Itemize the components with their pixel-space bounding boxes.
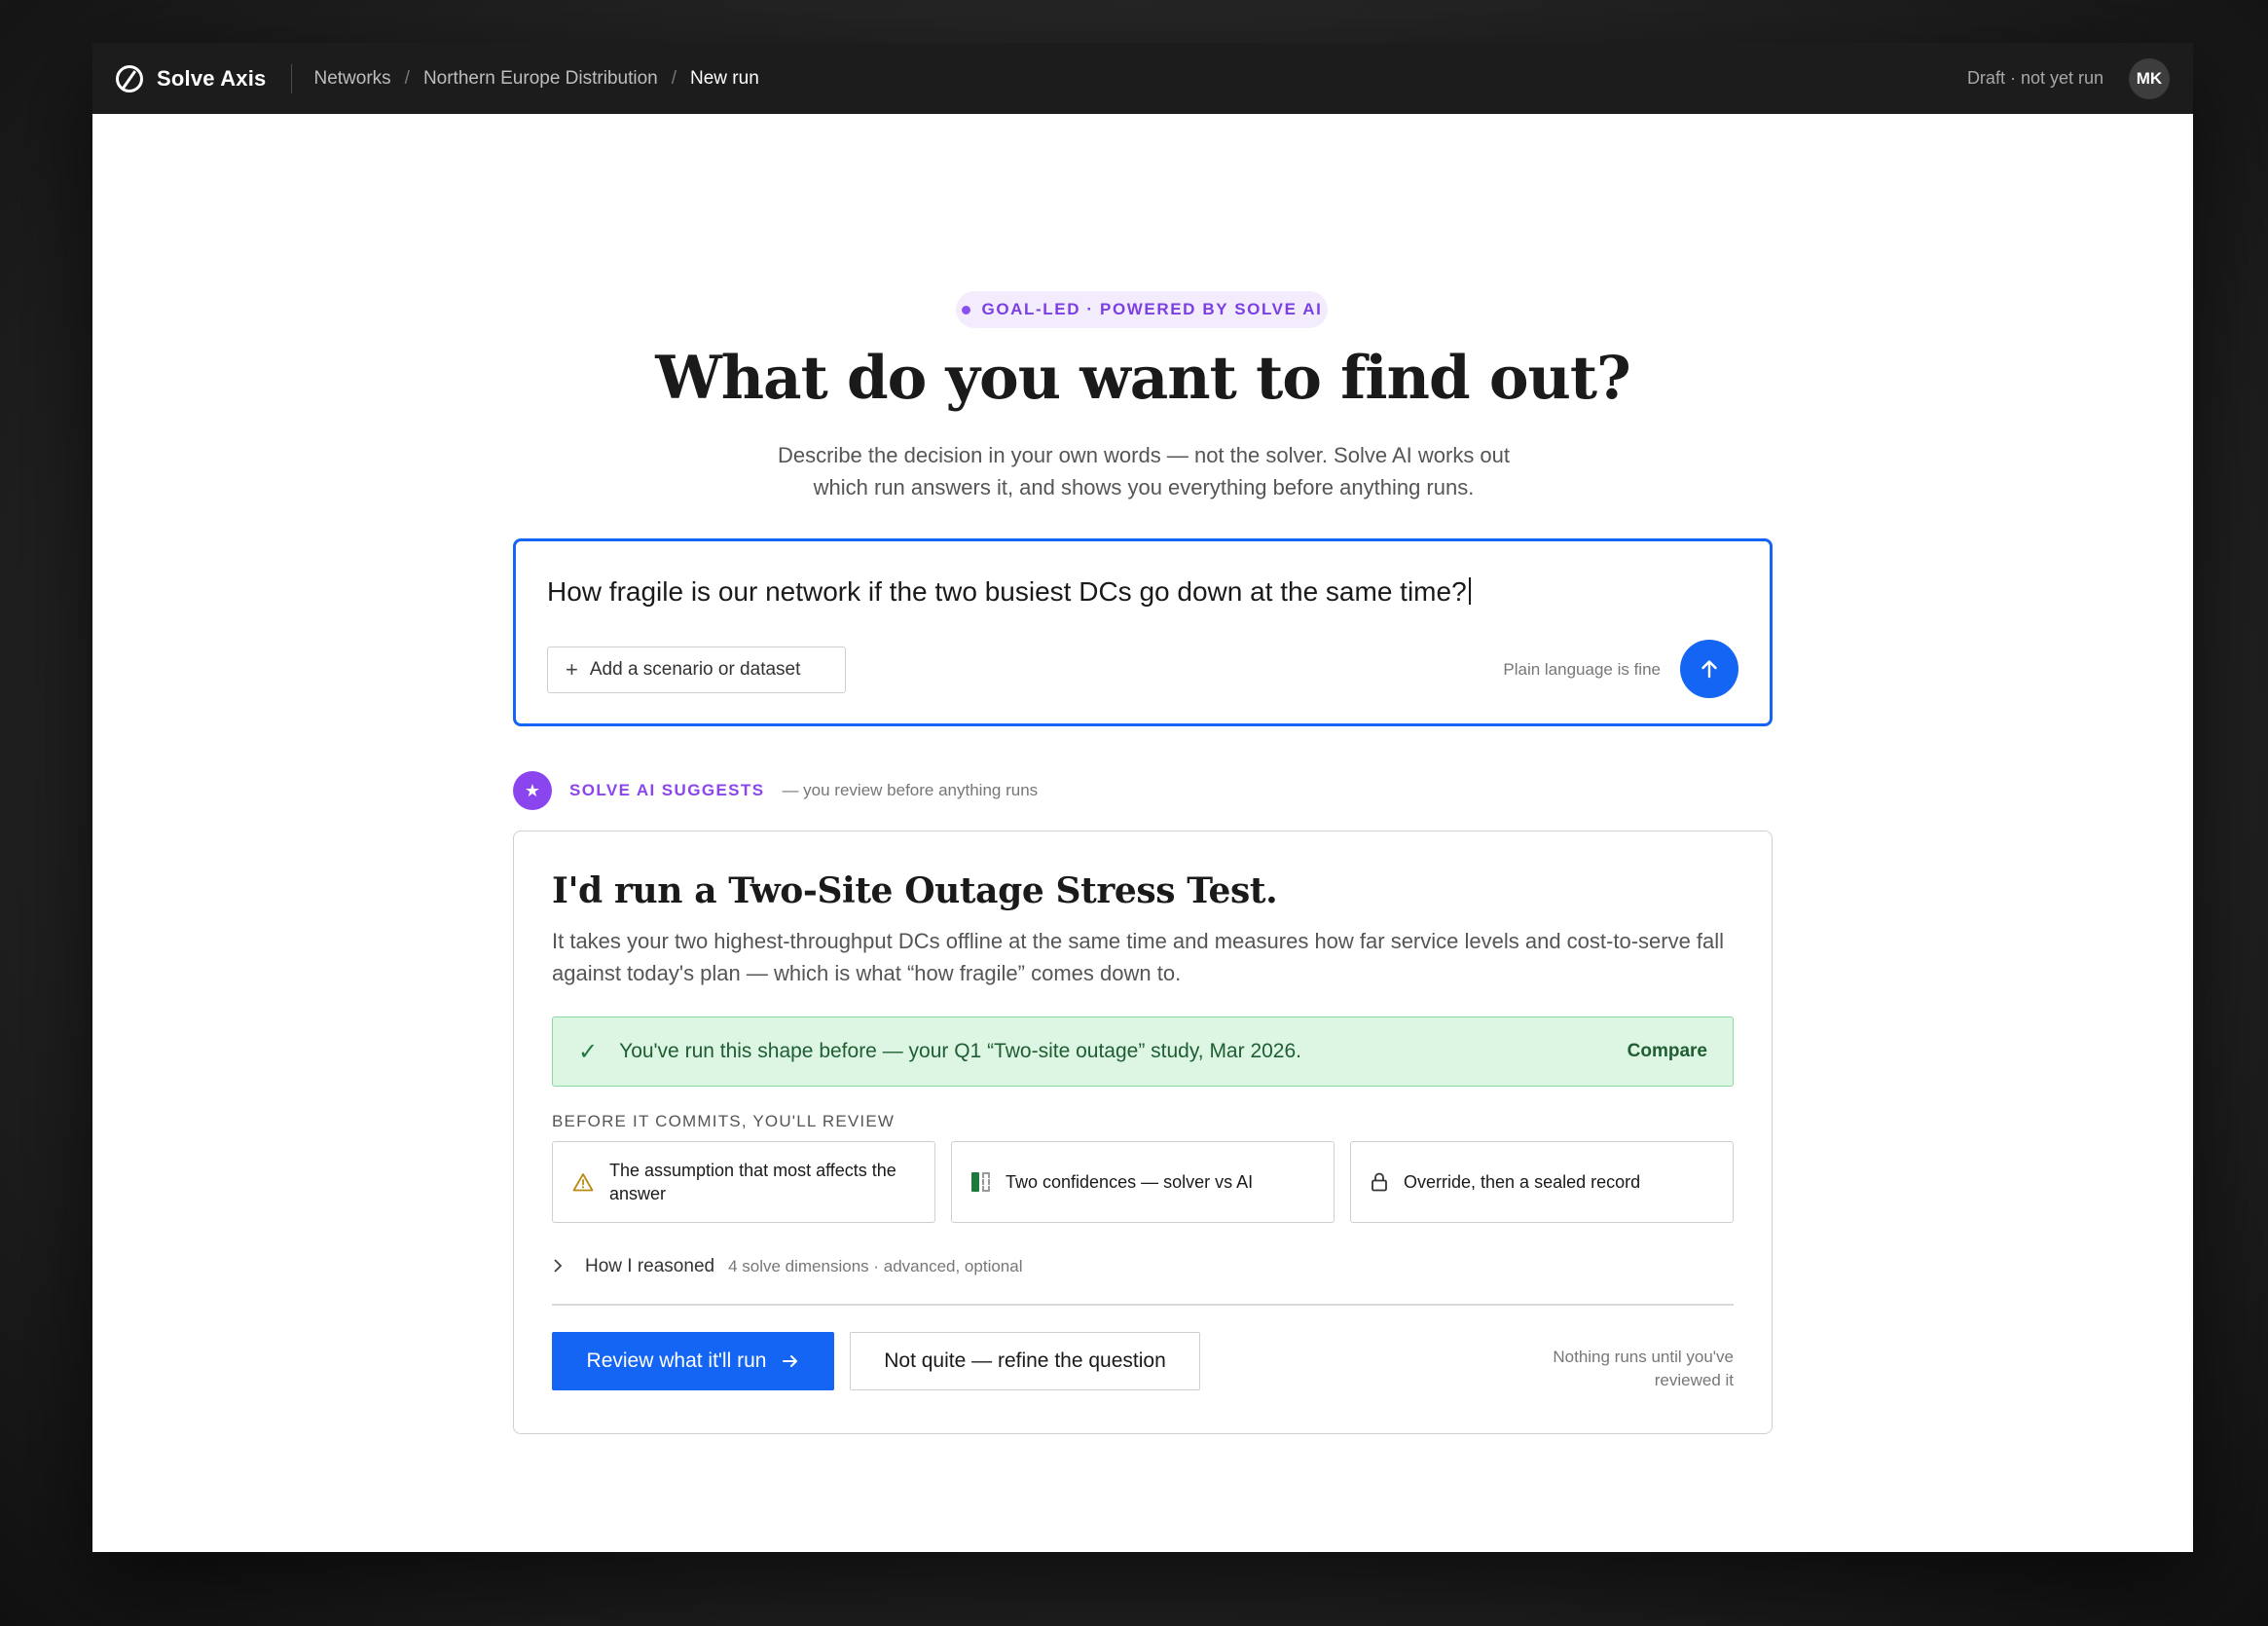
- ai-suggests-note: — you review before anything runs: [782, 781, 1039, 799]
- subtitle-line: Describe the decision in your own words …: [777, 443, 1511, 467]
- suggestion-card: I'd run a Two-Site Outage Stress Test. I…: [513, 831, 1773, 1434]
- review-item-assumption[interactable]: The assumption that most affects the ans…: [552, 1141, 935, 1223]
- nothing-runs-note: Nothing runs until you've reviewed it: [1553, 1348, 1734, 1389]
- question-text: How fragile is our network if the two bu…: [547, 576, 1467, 607]
- arrow-up-icon: [1701, 660, 1717, 679]
- prior-run-banner: ✓ You've run this shape before — your Q1…: [552, 1016, 1734, 1087]
- breadcrumb: Networks / Northern Europe Distribution …: [313, 68, 758, 90]
- how-i-reasoned-toggle[interactable]: How I reasoned 4 solve dimensions · adva…: [552, 1254, 1022, 1279]
- composer-hint: Plain language is fine: [1503, 660, 1661, 679]
- suggestion-title: I'd run a Two-Site Outage Stress Test.: [552, 870, 1278, 911]
- lock-icon: [1371, 1172, 1388, 1192]
- review-item-label: Two confidences — solver vs AI: [1006, 1172, 1254, 1192]
- sparkle-icon: ★: [513, 771, 552, 810]
- brand[interactable]: Solve Axis: [116, 64, 267, 92]
- refine-question-button[interactable]: Not quite — refine the question: [850, 1332, 1200, 1390]
- review-run-button[interactable]: Review what it'll run: [552, 1332, 834, 1390]
- prior-run-text: You've run this shape before — your Q1 “…: [619, 1040, 1301, 1062]
- arrow-right-icon: [783, 1355, 798, 1367]
- chevron-right-icon: [552, 1254, 566, 1279]
- page-subtitle: Describe the decision in your own words …: [735, 439, 1553, 503]
- top-bar: Solve Axis Networks / Northern Europe Di…: [92, 43, 2193, 114]
- breadcrumb-networks[interactable]: Networks: [313, 68, 390, 90]
- send-button[interactable]: [1680, 640, 1738, 698]
- compare-link[interactable]: Compare: [1628, 1041, 1707, 1062]
- plus-icon: +: [566, 657, 578, 682]
- suggestion-description: It takes your two highest-throughput DCs…: [552, 929, 1725, 985]
- review-run-label: Review what it'll run: [586, 1349, 767, 1372]
- review-items: The assumption that most affects the ans…: [552, 1141, 1734, 1223]
- pill-dot-icon: [961, 305, 970, 314]
- header-divider: [291, 63, 293, 93]
- run-status: Draft · not yet run: [1966, 68, 2103, 88]
- avatar[interactable]: MK: [2129, 57, 2170, 99]
- add-scenario-button[interactable]: + Add a scenario or dataset: [547, 647, 846, 693]
- review-item-label: Override, then a sealed record: [1404, 1172, 1641, 1192]
- page-title: What do you want to find out?: [655, 344, 1631, 413]
- review-item-override[interactable]: Override, then a sealed record: [1350, 1141, 1734, 1223]
- breadcrumb-separator: /: [671, 67, 677, 89]
- card-divider: [552, 1304, 1734, 1306]
- warning-icon: [572, 1172, 594, 1192]
- question-composer: How fragile is our network if the two bu…: [513, 538, 1773, 726]
- reasoning-title: How I reasoned: [585, 1256, 715, 1276]
- ai-suggests-header: ★ SOLVE AI SUGGESTS — you review before …: [513, 771, 1038, 810]
- reasoning-note: 4 solve dimensions · advanced, optional: [728, 1257, 1023, 1275]
- review-item-label: The assumption that most affects the ans…: [609, 1161, 896, 1203]
- confidence-bars-icon: [971, 1172, 990, 1192]
- header-right: Draft · not yet run MK: [1966, 57, 2170, 99]
- add-scenario-label: Add a scenario or dataset: [589, 659, 801, 680]
- text-caret: [1468, 577, 1471, 605]
- review-section-label: BEFORE IT COMMITS, YOU'LL REVIEW: [552, 1112, 896, 1130]
- subtitle-line: which run answers it, and shows you ever…: [813, 475, 1475, 499]
- question-input[interactable]: How fragile is our network if the two bu…: [547, 576, 1471, 608]
- ai-suggests-label: SOLVE AI SUGGESTS: [569, 781, 765, 799]
- app-window: Solve Axis Networks / Northern Europe Di…: [92, 43, 2193, 1552]
- check-icon: ✓: [578, 1038, 599, 1065]
- pill-label: GOAL-LED · POWERED BY SOLVE AI: [981, 300, 1323, 318]
- breadcrumb-separator: /: [404, 67, 410, 89]
- breadcrumb-current: New run: [690, 67, 759, 89]
- solve-axis-logo-icon: [116, 64, 143, 92]
- breadcrumb-network[interactable]: Northern Europe Distribution: [423, 68, 658, 90]
- review-item-confidences[interactable]: Two confidences — solver vs AI: [951, 1141, 1335, 1223]
- app-name: Solve Axis: [157, 65, 267, 91]
- goal-led-pill: GOAL-LED · POWERED BY SOLVE AI: [956, 291, 1328, 328]
